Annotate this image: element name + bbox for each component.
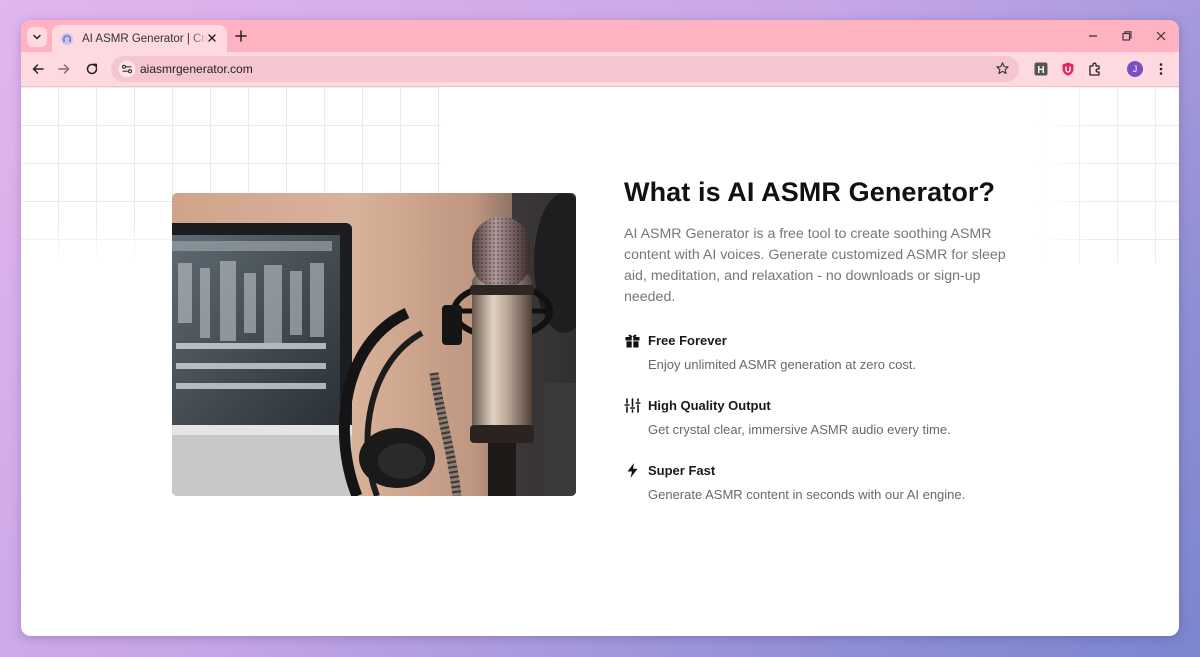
- site-settings-icon[interactable]: [118, 60, 136, 78]
- extension-h-icon[interactable]: H: [1033, 61, 1049, 77]
- extension-h-label: H: [1037, 65, 1044, 76]
- new-tab-plus-icon[interactable]: [233, 28, 249, 44]
- profile-avatar[interactable]: J: [1127, 61, 1143, 77]
- url-text: aiasmrgenerator.com: [140, 62, 253, 76]
- sliders-icon: [624, 398, 641, 413]
- back-arrow-icon[interactable]: [30, 61, 46, 77]
- about-section: What is AI ASMR Generator? AI ASMR Gener…: [624, 175, 1044, 503]
- tab-active[interactable]: AI ASMR Generator | Create Relaxing ASMR: [52, 25, 227, 52]
- section-intro: AI ASMR Generator is a free tool to crea…: [624, 226, 1006, 305]
- feature-item: Super Fast Generate ASMR content in seco…: [624, 462, 1044, 503]
- minimize-icon[interactable]: [1085, 28, 1101, 44]
- feature-description: Generate ASMR content in seconds with ou…: [648, 487, 966, 502]
- feature-description: Get crystal clear, immersive ASMR audio …: [648, 422, 951, 437]
- tab-title: AI ASMR Generator | Create Relaxing ASMR: [82, 32, 208, 45]
- page-viewport: What is AI ASMR Generator? AI ASMR Gener…: [21, 87, 1179, 636]
- lightning-icon: [627, 463, 638, 478]
- restore-icon[interactable]: [1119, 28, 1135, 44]
- feature-title: Free Forever: [648, 333, 727, 348]
- feature-description: Enjoy unlimited ASMR generation at zero …: [648, 357, 917, 372]
- address-bar[interactable]: aiasmrgenerator.com: [111, 56, 1019, 82]
- gift-icon: [625, 334, 640, 348]
- feature-item: High Quality Output Get crystal clear, i…: [624, 397, 1044, 438]
- more-menu-icon[interactable]: [1153, 61, 1169, 77]
- browser-toolbar: aiasmrgenerator.com H: [21, 52, 1179, 87]
- headphones-favicon-icon: [61, 32, 73, 45]
- feature-item: Free Forever Enjoy unlimited ASMR genera…: [624, 332, 1044, 373]
- feature-title: Super Fast: [648, 463, 716, 478]
- tab-strip: AI ASMR Generator | Create Relaxing ASMR: [21, 20, 1179, 52]
- section-heading: What is AI ASMR Generator?: [624, 177, 996, 207]
- shield-extension-icon[interactable]: [1060, 61, 1076, 77]
- bookmark-star-icon[interactable]: [995, 61, 1010, 76]
- close-icon[interactable]: [205, 31, 219, 45]
- tab-search-button[interactable]: [27, 27, 47, 47]
- forward-arrow-icon[interactable]: [56, 61, 72, 77]
- puzzle-extensions-icon[interactable]: [1087, 61, 1103, 77]
- reload-icon[interactable]: [84, 61, 100, 77]
- grid-background-right: [1037, 87, 1179, 263]
- chevron-down-icon: [33, 34, 41, 40]
- microphone-photo: [172, 193, 576, 496]
- window-close-icon[interactable]: [1153, 28, 1169, 44]
- feature-title: High Quality Output: [648, 398, 771, 413]
- browser-window: AI ASMR Generator | Create Relaxing ASMR: [21, 20, 1179, 636]
